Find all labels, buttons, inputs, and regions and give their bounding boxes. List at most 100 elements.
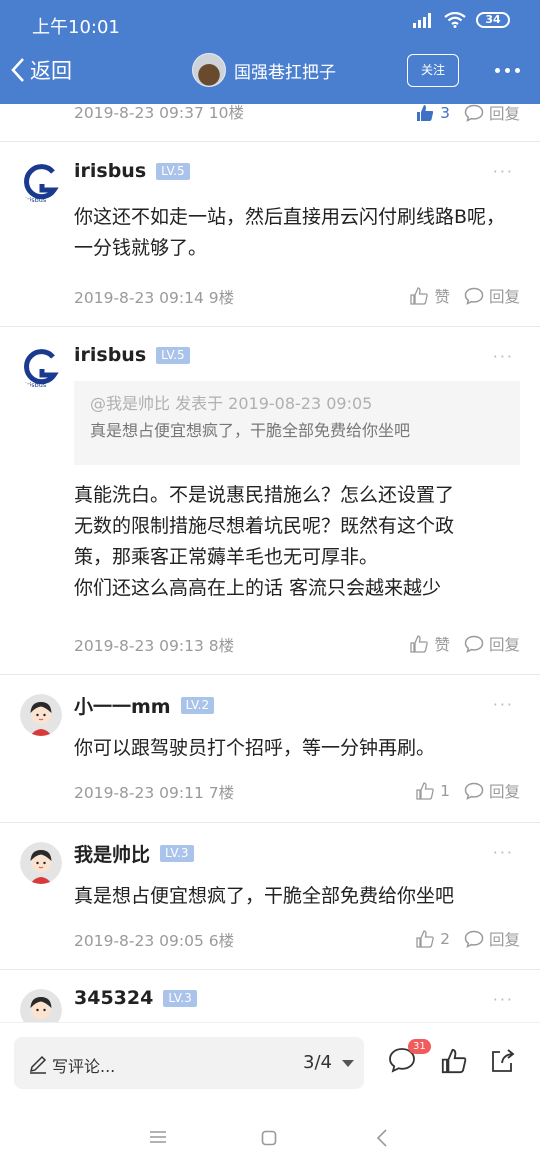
status-time: 上午10:01 (32, 17, 120, 38)
post-meta: 2019-8-23 09:05 6楼 (74, 932, 235, 950)
like-count: 1 (440, 782, 450, 800)
username-text[interactable]: 345324 (74, 987, 153, 1009)
menu-icon[interactable] (149, 1130, 167, 1144)
content-line: 策，那乘客正常薅羊毛也无可厚非。 (74, 546, 379, 568)
author-avatar[interactable] (192, 53, 226, 87)
thumbs-up-icon (410, 287, 429, 305)
like-post-button[interactable] (440, 1047, 468, 1079)
wifi-icon (444, 12, 466, 28)
like-button[interactable]: 1 (415, 781, 450, 801)
like-count: 3 (440, 104, 450, 122)
reply-label: 回复 (488, 931, 520, 949)
reply-button[interactable]: 回复 (464, 633, 520, 655)
post-actions: 2 回复 (401, 928, 520, 950)
level-badge: LV.5 (156, 346, 190, 364)
quote-body: 真是想占便宜想疯了，干脆全部免费给你坐吧 (90, 421, 411, 440)
reply-label: 回复 (488, 288, 520, 306)
user-avatar[interactable] (20, 694, 62, 736)
speech-bubble-icon (464, 287, 484, 305)
username-text[interactable]: 我是帅比 (74, 840, 150, 867)
chevron-left-icon (11, 58, 24, 82)
post-content: 真能洗白。不是说惠民措施么？怎么还设置了 无数的限制措施尽想着坑民呢？既然有这个… (74, 480, 520, 604)
thumbs-up-icon (410, 635, 429, 653)
reply-button[interactable]: 回复 (464, 928, 520, 950)
thumbs-up-icon (416, 930, 434, 948)
username[interactable]: irisbus LV.5 (74, 160, 190, 182)
post-item: irisbus irisbus LV.5 ··· 你这还不如走一站，然后直接用云… (0, 142, 540, 326)
user-avatar[interactable] (20, 989, 62, 1022)
like-button[interactable]: 赞 (409, 285, 450, 307)
share-button[interactable] (488, 1047, 516, 1079)
post-more-icon[interactable]: ··· (493, 695, 514, 714)
thumbs-up-icon (416, 782, 434, 800)
irisbus-logo: irisbus (24, 164, 59, 204)
back-label: 返回 (30, 59, 72, 83)
username[interactable]: irisbus LV.5 (74, 344, 190, 366)
post-actions: 赞 回复 (395, 633, 520, 655)
post-content: 你这还不如走一站，然后直接用云闪付刷线路B呢，一分钱就够了。 (74, 206, 506, 259)
post-content: 真是想占便宜想疯了，干脆全部免费给你坐吧 (74, 885, 455, 907)
post-actions: 赞 回复 (395, 285, 520, 307)
post-meta: 2019-8-23 09:13 8楼 (74, 637, 235, 655)
more-dots-icon[interactable] (495, 68, 520, 73)
cartoon-avatar-icon (20, 842, 62, 884)
post-more-icon[interactable]: ··· (493, 843, 514, 862)
reply-label: 回复 (488, 783, 520, 801)
post-more-icon[interactable]: ··· (493, 162, 514, 181)
username[interactable]: 小一一mm LV.2 (74, 692, 215, 719)
irisbus-logo: irisbus (24, 349, 59, 389)
svg-text:irisbus: irisbus (25, 196, 47, 204)
comment-input[interactable]: 写评论... 3/4 (14, 1037, 364, 1089)
post-meta: 2019-8-23 09:11 7楼 (74, 784, 235, 802)
reply-button[interactable]: 回复 (464, 285, 520, 307)
page-indicator[interactable]: 3/4 (303, 1052, 332, 1073)
cartoon-avatar-icon (20, 989, 62, 1022)
post-actions: 3 回复 (401, 102, 520, 124)
like-count: 2 (440, 930, 450, 948)
user-avatar[interactable] (20, 842, 62, 884)
back-nav-icon[interactable] (376, 1129, 388, 1147)
content-line: 无数的限制措施尽想着坑民呢？既然有这个政 (74, 515, 455, 537)
speech-bubble-icon (464, 782, 484, 800)
post-item: 小一一mm LV.2 ··· 你可以跟驾驶员打个招呼，等一分钟再刷。 2019-… (0, 675, 540, 822)
like-label: 赞 (434, 636, 450, 654)
follow-button[interactable]: 关注 (407, 54, 459, 87)
home-icon[interactable] (261, 1130, 277, 1146)
post-actions: 1 回复 (401, 780, 520, 802)
user-avatar[interactable]: irisbus (20, 162, 62, 204)
username-text[interactable]: irisbus (74, 160, 146, 182)
signal-icon (413, 13, 431, 28)
username[interactable]: 我是帅比 LV.3 (74, 840, 194, 867)
quoted-reply[interactable]: @我是帅比 发表于 2019-08-23 09:05 真是想占便宜想疯了，干脆全… (74, 381, 520, 465)
content-line: 真能洗白。不是说惠民措施么？怎么还设置了 (74, 484, 455, 506)
username-text[interactable]: 小一一mm (74, 692, 171, 719)
username[interactable]: 345324 LV.3 (74, 987, 197, 1009)
like-button[interactable]: 3 (415, 103, 450, 123)
like-button[interactable]: 赞 (409, 633, 450, 655)
level-badge: LV.3 (163, 989, 197, 1007)
author-info[interactable]: 国强巷扛把子 (192, 53, 336, 87)
username-text[interactable]: irisbus (74, 344, 146, 366)
battery-indicator: 34 (476, 12, 510, 28)
cartoon-avatar-icon (20, 694, 62, 736)
post-item: irisbus irisbus LV.5 ··· @我是帅比 发表于 2019-… (0, 327, 540, 674)
reply-button[interactable]: 回复 (464, 780, 520, 802)
user-avatar[interactable]: irisbus (20, 347, 62, 389)
post-more-icon[interactable]: ··· (493, 347, 514, 366)
author-name[interactable]: 国强巷扛把子 (234, 58, 336, 83)
status-bar: 上午10:01 34 (0, 0, 540, 40)
speech-bubble-icon (464, 635, 484, 653)
back-button[interactable]: 返回 (10, 55, 72, 85)
level-badge: LV.2 (180, 697, 215, 714)
caret-down-icon[interactable] (342, 1060, 354, 1067)
system-navigation-bar (0, 1104, 540, 1170)
post-more-icon[interactable]: ··· (493, 990, 514, 1009)
status-icons: 34 (412, 12, 510, 28)
like-button[interactable]: 2 (415, 929, 450, 949)
share-icon (492, 1049, 515, 1072)
post-meta: 2019-8-23 09:37 10楼 (74, 104, 244, 122)
pencil-icon (29, 1055, 47, 1074)
reply-button[interactable]: 回复 (464, 102, 520, 124)
post-item: 345324 LV.3 ··· (0, 970, 540, 1022)
content-line: 你们还这么高高在上的话 客流只会越来越少 (74, 577, 442, 599)
